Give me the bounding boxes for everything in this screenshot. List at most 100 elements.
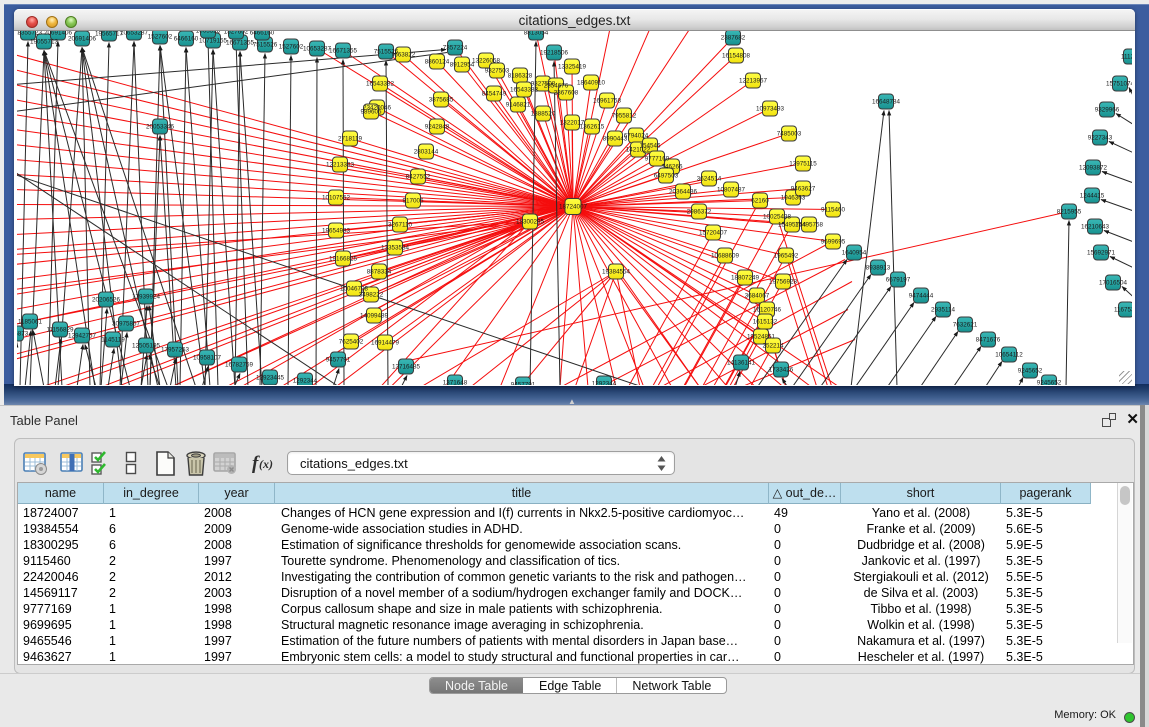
svg-text:10688609: 10688609 (711, 253, 740, 260)
svg-text:16961758: 16961758 (593, 98, 622, 105)
svg-text:16543382: 16543382 (510, 87, 539, 94)
svg-text:18640910: 18640910 (577, 80, 606, 87)
svg-text:9242848: 9242848 (425, 124, 450, 131)
svg-text:8454749: 8454749 (482, 91, 507, 98)
svg-text:15720407: 15720407 (699, 230, 728, 237)
svg-text:19756928: 19756928 (769, 279, 798, 286)
svg-text:3684067: 3684067 (745, 293, 770, 300)
svg-text:1145119: 1145119 (101, 337, 125, 344)
svg-text:746266: 746266 (661, 164, 683, 171)
svg-text:16671355: 16671355 (226, 40, 255, 47)
svg-text:252214: 252214 (762, 343, 784, 350)
svg-text:1640954: 1640954 (842, 250, 867, 257)
svg-text:1527602: 1527602 (279, 44, 304, 51)
svg-text:8186328: 8186328 (508, 73, 533, 80)
svg-text:3915873: 3915873 (17, 331, 29, 338)
svg-text:10973493: 10973493 (756, 106, 785, 113)
svg-text:2367608: 2367608 (554, 90, 579, 97)
svg-text:10653287: 10653287 (303, 46, 332, 53)
svg-text:17016504: 17016504 (1099, 280, 1128, 287)
svg-text:10107552: 10107552 (322, 195, 351, 202)
svg-text:7357224: 7357224 (443, 45, 468, 52)
svg-text:16782759: 16782759 (225, 362, 254, 369)
svg-text:989606: 989606 (360, 109, 382, 116)
svg-text:20364436: 20364436 (669, 189, 698, 196)
svg-text:2718119: 2718119 (338, 136, 363, 143)
svg-text:7515526: 7515526 (253, 42, 278, 49)
svg-text:18807249: 18807249 (731, 275, 760, 282)
svg-text:19384554: 19384554 (602, 269, 631, 276)
svg-text:8471676: 8471676 (976, 337, 1001, 344)
svg-text:8938913: 8938913 (866, 265, 891, 272)
svg-text:62160: 62160 (751, 198, 769, 205)
svg-text:1065328: 1065328 (196, 31, 221, 35)
svg-text:6466160: 6466160 (174, 36, 199, 43)
svg-text:10719155: 10719155 (199, 38, 228, 45)
svg-text:6497503: 6497503 (654, 173, 679, 180)
svg-text:18355723: 18355723 (17, 31, 42, 37)
svg-text:9327503: 9327503 (485, 68, 510, 75)
svg-text:1527602: 1527602 (224, 31, 249, 36)
svg-text:8215955: 8215955 (1057, 209, 1082, 216)
svg-text:917006: 917006 (402, 198, 424, 205)
svg-text:1292344: 1292344 (293, 378, 318, 385)
svg-text:3267110: 3267110 (388, 222, 413, 229)
svg-text:6794024: 6794024 (624, 133, 649, 140)
svg-text:16154808: 16154808 (722, 53, 751, 60)
svg-text:1292344: 1292344 (592, 381, 617, 385)
svg-text:12942757: 12942757 (68, 333, 97, 340)
svg-text:9777169: 9777169 (645, 156, 670, 163)
svg-text:7625402: 7625402 (339, 339, 364, 346)
svg-text:30975867: 30975867 (112, 321, 141, 328)
svg-text:9245652: 9245652 (1037, 380, 1062, 385)
svg-text:19524851: 19524851 (747, 334, 776, 341)
svg-text:12093872: 12093872 (1079, 165, 1108, 172)
svg-text:12213383: 12213383 (326, 162, 355, 169)
svg-text:1388520: 1388520 (531, 111, 556, 118)
svg-text:2986372: 2986372 (687, 209, 712, 216)
svg-text:6466160: 6466160 (250, 31, 275, 37)
svg-text:111237: 111237 (1121, 54, 1132, 61)
svg-text:16120746: 16120746 (753, 307, 782, 314)
svg-text:17939924: 17939924 (132, 294, 161, 301)
svg-text:9146821: 9146821 (506, 102, 531, 109)
svg-text:8878334: 8878334 (367, 269, 392, 276)
svg-text:16671355: 16671355 (329, 48, 358, 55)
svg-text:16914479: 16914479 (371, 340, 400, 347)
svg-text:9457791: 9457791 (326, 357, 351, 364)
svg-text:16210643: 16210643 (1081, 224, 1110, 231)
svg-text:12505195: 12505195 (132, 343, 161, 350)
svg-text:16543382: 16543382 (366, 81, 395, 88)
svg-text:16648784: 16648784 (872, 99, 901, 106)
svg-text:18724007: 18724007 (559, 204, 588, 211)
svg-text:19654983: 19654983 (322, 228, 351, 235)
svg-text:2935114: 2935114 (931, 307, 956, 314)
svg-text:9115460: 9115460 (821, 207, 846, 214)
svg-text:9699695: 9699695 (821, 239, 846, 246)
svg-text:8427552: 8427552 (406, 174, 431, 181)
svg-text:(x): (x) (259, 457, 273, 471)
svg-text:10807487: 10807487 (717, 187, 746, 194)
svg-text:2803144: 2803144 (414, 149, 439, 156)
svg-text:8813054: 8813054 (524, 31, 549, 37)
svg-text:1946363: 1946363 (781, 195, 806, 202)
svg-text:1965492: 1965492 (774, 253, 799, 260)
svg-text:1733426: 1733426 (769, 367, 794, 374)
svg-text:10025438: 10025438 (763, 214, 792, 221)
svg-text:1362615: 1362615 (580, 124, 605, 131)
svg-text:20053346: 20053346 (146, 124, 175, 131)
svg-text:7663822: 7663822 (391, 52, 416, 59)
svg-text:13716485: 13716485 (392, 364, 421, 371)
svg-text:9329966: 9329966 (1095, 107, 1120, 114)
svg-text:3875685: 3875685 (429, 97, 454, 104)
svg-text:19166825: 19166825 (329, 256, 358, 263)
svg-text:13353584: 13353584 (381, 245, 410, 252)
svg-text:9474444: 9474444 (909, 293, 934, 300)
svg-text:1371648: 1371648 (443, 380, 468, 385)
svg-text:7485003: 7485003 (777, 131, 802, 138)
svg-text:19055713: 19055713 (30, 39, 59, 46)
svg-text:9463627: 9463627 (791, 186, 816, 193)
svg-text:1527602: 1527602 (148, 34, 173, 41)
svg-text:13226058: 13226058 (472, 58, 501, 65)
svg-text:19218506: 19218506 (540, 50, 569, 57)
